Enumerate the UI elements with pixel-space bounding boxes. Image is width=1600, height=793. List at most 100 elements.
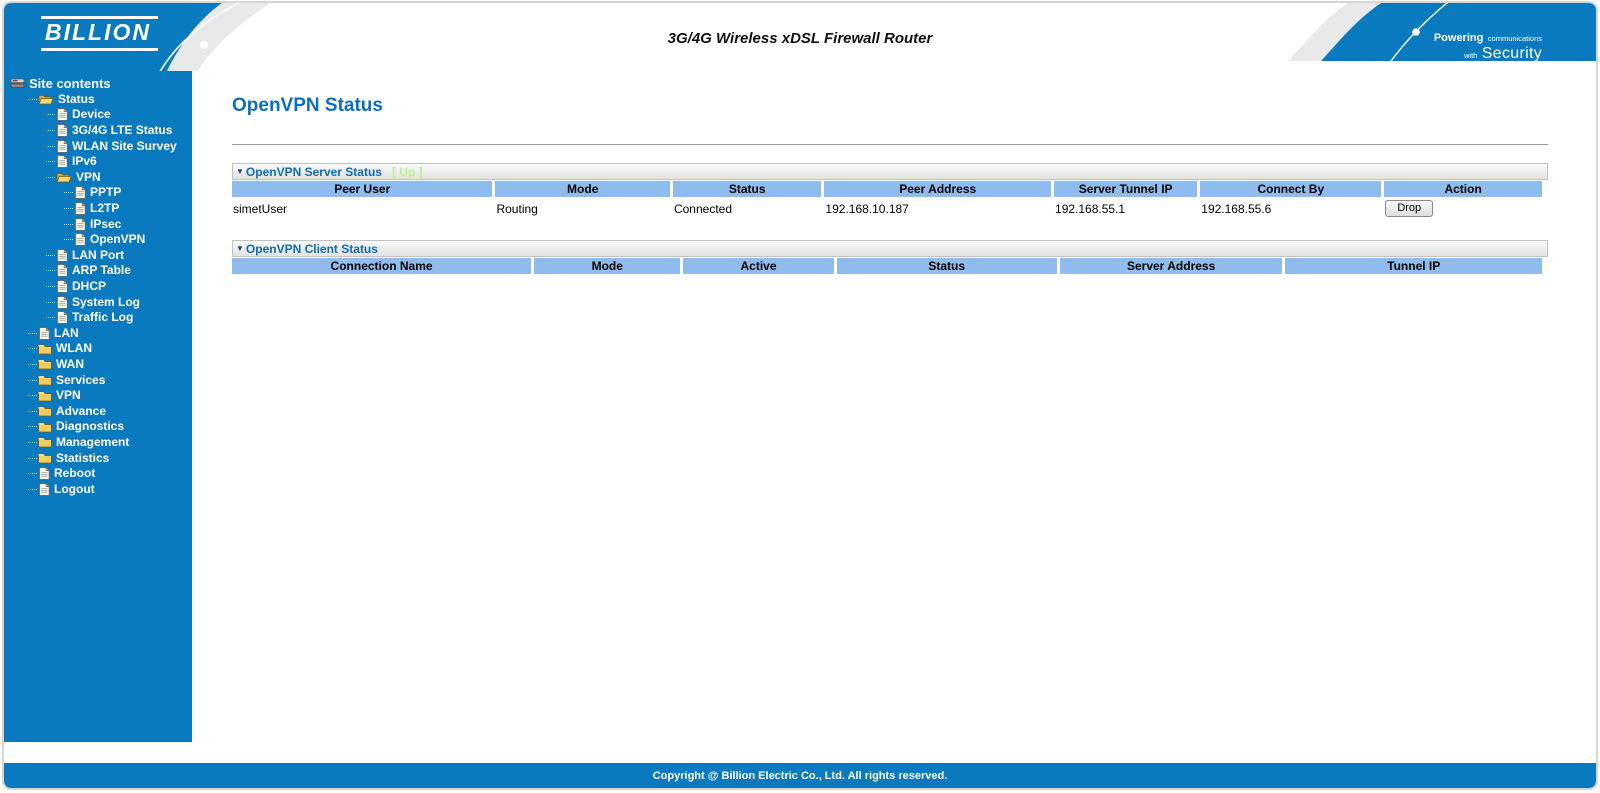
cell-peer-address: 192.168.10.187 bbox=[824, 198, 1052, 220]
tree-connector-line bbox=[28, 348, 37, 350]
sidebar-item-label: Services bbox=[56, 372, 106, 387]
page-icon bbox=[56, 124, 68, 137]
page-icon bbox=[74, 202, 86, 215]
folder-closed-icon bbox=[38, 452, 52, 464]
page-icon bbox=[56, 311, 68, 325]
sidebar-item-lan[interactable]: LAN bbox=[4, 326, 192, 342]
folder-closed-icon bbox=[38, 405, 52, 417]
collapse-triangle-icon: ▼ bbox=[236, 243, 244, 253]
tree-connector-line bbox=[28, 410, 37, 412]
status-table-openvpn-client-status: Connection Name Mode Active Status Server Ad… bbox=[229, 257, 1545, 275]
copyright-text: Copyright @ Billion Electric Co., Ltd. A… bbox=[652, 769, 948, 782]
column-header-connect-by: Connect By bbox=[1200, 181, 1382, 197]
tree-connector-line bbox=[28, 473, 37, 475]
status-sections: ▼ OpenVPN Server Status [ Up ] Peer User Mod… bbox=[232, 163, 1548, 275]
sidebar-item-dhcp[interactable]: DHCP bbox=[4, 279, 192, 295]
page-icon bbox=[56, 295, 68, 309]
column-header-server-tunnel-ip: Server Tunnel IP bbox=[1054, 181, 1198, 197]
column-header-peer-user: Peer User bbox=[232, 181, 493, 197]
sidebar-item-openvpn[interactable]: OpenVPN bbox=[4, 232, 192, 248]
sidebar-item-label: Status bbox=[58, 91, 95, 106]
folder-closed-icon bbox=[38, 436, 52, 448]
sidebar-item-label: DHCP bbox=[72, 279, 107, 294]
sidebar-item-label: Reboot bbox=[54, 466, 96, 481]
sidebar-item-label: IPsec bbox=[90, 216, 122, 231]
cell-connect-by: 192.168.55.6 bbox=[1200, 198, 1382, 220]
section-openvpn-server-status: ▼ OpenVPN Server Status [ Up ] Peer User Mod… bbox=[232, 163, 1548, 221]
tree-connector-line bbox=[28, 395, 37, 397]
sidebar-item-arp-table[interactable]: ARP Table bbox=[4, 263, 192, 279]
sidebar-item-label: Logout bbox=[54, 481, 95, 496]
sidebar-item-label: Management bbox=[56, 434, 130, 449]
sidebar-item-3g-4g-lte-status[interactable]: 3G/4G LTE Status bbox=[4, 123, 192, 139]
sidebar-item-wan[interactable]: WAN bbox=[4, 357, 192, 373]
section-title: OpenVPN Client Status bbox=[245, 241, 378, 256]
tagline: Powering communications with Security bbox=[1434, 29, 1542, 63]
sidebar-item-logout[interactable]: Logout bbox=[4, 481, 192, 497]
page-icon bbox=[38, 326, 50, 340]
section-title: OpenVPN Server Status bbox=[245, 164, 382, 179]
sidebar-item-system-log[interactable]: System Log bbox=[4, 294, 192, 310]
sidebar-item-lan-port[interactable]: LAN Port bbox=[4, 248, 192, 264]
title-divider bbox=[232, 144, 1548, 145]
page-icon bbox=[38, 482, 50, 496]
computer-icon bbox=[10, 78, 25, 89]
sidebar-item-label: Diagnostics bbox=[56, 419, 125, 434]
tagline-security: Security bbox=[1481, 44, 1542, 62]
folder-closed-icon bbox=[38, 343, 52, 355]
page-icon bbox=[56, 139, 68, 153]
tree-connector-line bbox=[28, 426, 37, 428]
sidebar-item-vpn[interactable]: VPN bbox=[4, 388, 192, 404]
sidebar-item-label: Statistics bbox=[56, 450, 110, 465]
column-header-peer-address: Peer Address bbox=[824, 181, 1052, 197]
sidebar-item-ipv6[interactable]: IPv6 bbox=[4, 154, 192, 170]
folder-open-icon bbox=[38, 93, 54, 105]
sidebar-item-wlan[interactable]: WLAN bbox=[4, 341, 192, 357]
cell-status: Connected bbox=[672, 198, 822, 220]
sidebar-item-traffic-log[interactable]: Traffic Log bbox=[4, 310, 192, 326]
page-icon bbox=[56, 155, 68, 169]
column-header-active: Active bbox=[683, 258, 834, 274]
tagline-with: with bbox=[1464, 50, 1478, 60]
page-icon bbox=[56, 108, 68, 122]
sidebar-item-reboot[interactable]: Reboot bbox=[4, 466, 192, 482]
sidebar-item-site-contents[interactable]: Site contents bbox=[4, 76, 192, 92]
sidebar-item-statistics[interactable]: Statistics bbox=[4, 450, 192, 466]
sidebar-item-services[interactable]: Services bbox=[4, 372, 192, 388]
tree-connector-line bbox=[46, 130, 55, 132]
folder-closed-icon bbox=[38, 374, 52, 386]
tree-connector-line bbox=[28, 98, 37, 100]
page-title: OpenVPN Status bbox=[232, 95, 383, 116]
sidebar-item-label: Site contents bbox=[29, 75, 111, 91]
sidebar-item-diagnostics[interactable]: Diagnostics bbox=[4, 419, 192, 435]
sidebar-item-pptp[interactable]: PPTP bbox=[4, 185, 192, 201]
tree-connector-line bbox=[64, 239, 73, 241]
folder-closed-icon bbox=[38, 390, 52, 402]
sidebar-item-wlan-site-survey[interactable]: WLAN Site Survey bbox=[4, 138, 192, 154]
sidebar-item-device[interactable]: Device bbox=[4, 107, 192, 123]
tree-connector-line bbox=[64, 223, 73, 225]
sidebar-item-label: VPN bbox=[56, 388, 81, 403]
tree-connector-line bbox=[28, 457, 37, 459]
up-link[interactable]: [ Up ] bbox=[392, 165, 423, 179]
tagline-communications: communications bbox=[1487, 34, 1542, 43]
folder-closed-icon bbox=[38, 421, 52, 433]
page-icon bbox=[56, 264, 68, 278]
sidebar-item-ipsec[interactable]: IPsec bbox=[4, 216, 192, 232]
drop-button[interactable]: Drop bbox=[1385, 200, 1434, 217]
table-header-row: Peer User Mode Status Peer Address Server Tu… bbox=[232, 181, 1542, 197]
sidebar-tree: Site contents Status Device 3G/4G LTE Statu… bbox=[4, 76, 192, 497]
section-openvpn-client-status: ▼ OpenVPN Client Status Connection Name Mod… bbox=[232, 240, 1548, 275]
sidebar-item-status[interactable]: Status bbox=[4, 92, 192, 108]
sidebar-item-label: Device bbox=[72, 107, 111, 122]
tree-connector-line bbox=[64, 208, 73, 210]
tree-connector-line bbox=[28, 379, 37, 381]
sidebar-item-label: PPTP bbox=[90, 185, 122, 200]
sidebar-item-label: LAN Port bbox=[72, 247, 124, 262]
sidebar-item-management[interactable]: Management bbox=[4, 435, 192, 451]
sidebar-item-vpn[interactable]: VPN bbox=[4, 170, 192, 186]
column-header-status: Status bbox=[836, 258, 1057, 274]
sidebar-item-l2tp[interactable]: L2TP bbox=[4, 201, 192, 217]
main-content: OpenVPN Status ▼ OpenVPN Server Status [ U… bbox=[192, 71, 1596, 742]
sidebar-item-advance[interactable]: Advance bbox=[4, 403, 192, 419]
